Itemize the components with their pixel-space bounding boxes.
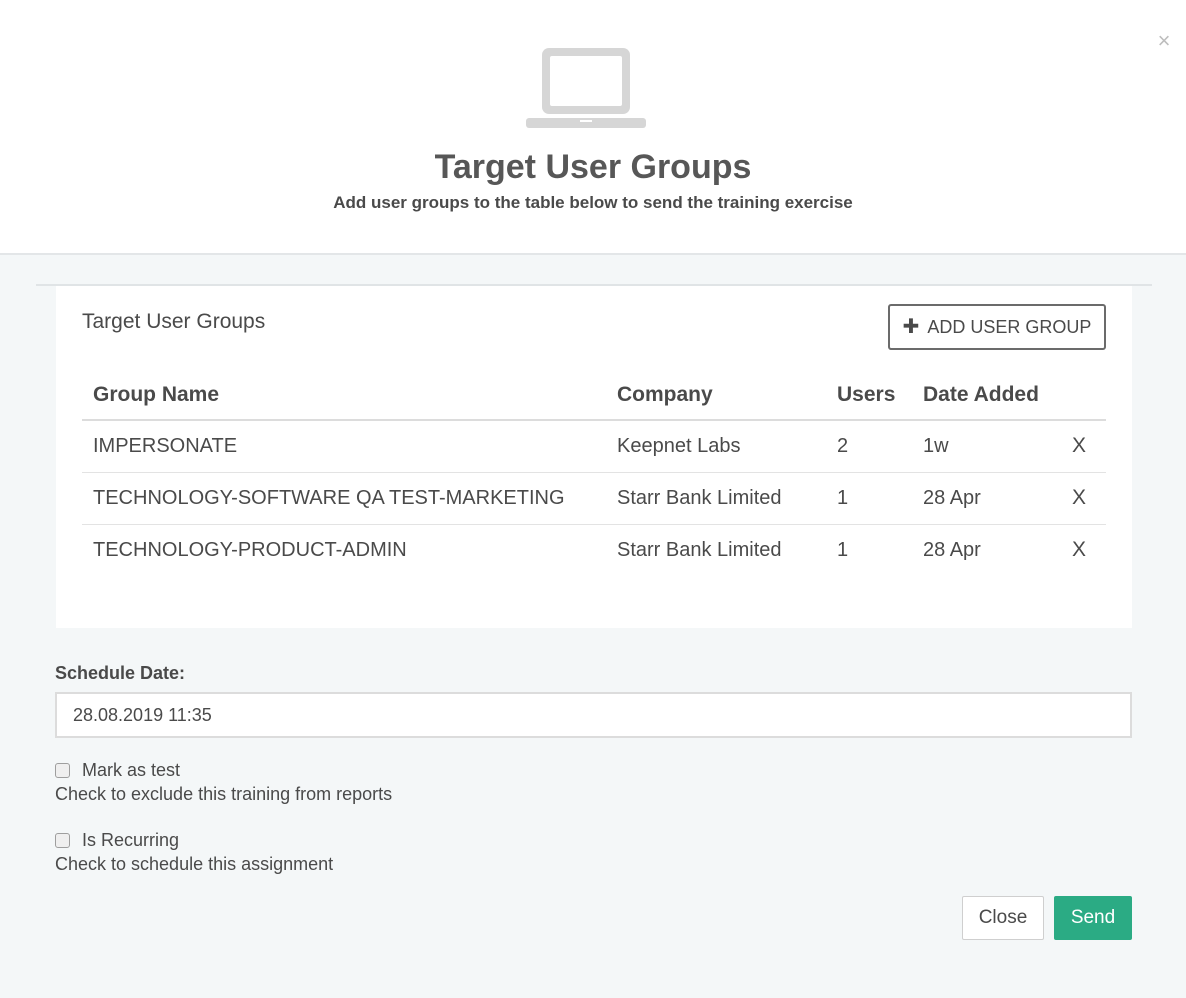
card-title: Target User Groups	[82, 310, 266, 333]
date-added-cell: 28 Apr	[912, 472, 1052, 525]
table-row: TECHNOLOGY-PRODUCT-ADMIN Starr Bank Limi…	[82, 524, 1106, 576]
users-cell: 2	[826, 420, 912, 473]
company-cell: Starr Bank Limited	[606, 472, 826, 525]
table-header-row: Group Name Company Users Date Added	[82, 370, 1106, 421]
mark-as-test-label: Mark as test	[82, 760, 181, 780]
schedule-date-label: Schedule Date:	[55, 663, 186, 683]
remove-row-button[interactable]: X	[1052, 472, 1106, 525]
remove-row-button[interactable]: X	[1052, 524, 1106, 576]
group-name-cell: IMPERSONATE	[82, 420, 606, 473]
send-button[interactable]: Send	[1054, 896, 1132, 940]
column-header-group-name[interactable]: Group Name	[82, 370, 606, 421]
is-recurring-checkbox[interactable]	[55, 833, 70, 848]
company-cell: Starr Bank Limited	[617, 538, 782, 561]
date-added-cell: 1w	[912, 420, 1052, 473]
date-added-cell: 28 Apr	[923, 538, 981, 561]
user-groups-table: Group Name Company Users Date Added IMPE…	[82, 370, 1106, 576]
add-user-group-label: ADD USER GROUP	[927, 316, 1092, 337]
group-name-cell: TECHNOLOGY-SOFTWARE QA TEST-MARKETING	[82, 472, 606, 525]
target-groups-card: Target User Groups ✚ ADD USER GROUP Grou…	[56, 286, 1132, 628]
modal-header: × Target User Groups Add user groups to …	[0, 0, 1186, 255]
remove-row-button[interactable]: X	[1052, 420, 1106, 473]
mark-as-test-help: Check to exclude this training from repo…	[55, 784, 393, 804]
column-header-date-added[interactable]: Date Added	[912, 370, 1052, 421]
group-name-cell: TECHNOLOGY-PRODUCT-ADMIN	[93, 538, 407, 561]
modal-subtitle: Add user groups to the table below to se…	[333, 193, 853, 212]
table-row: IMPERSONATE Keepnet Labs 2 1w X	[82, 420, 1106, 473]
close-icon[interactable]: ×	[1154, 30, 1174, 52]
add-user-group-button[interactable]: ✚ ADD USER GROUP	[888, 304, 1106, 350]
table-row: TECHNOLOGY-SOFTWARE QA TEST-MARKETING St…	[82, 472, 1106, 525]
column-header-users[interactable]: Users	[826, 370, 912, 421]
schedule-date-input[interactable]	[55, 692, 1132, 738]
mark-as-test-row: Mark as test	[55, 760, 180, 781]
close-button[interactable]: Close	[962, 896, 1044, 940]
laptop-icon	[526, 48, 646, 128]
users-cell: 1	[826, 472, 912, 525]
modal-title: Target User Groups	[434, 148, 752, 186]
company-cell: Keepnet Labs	[606, 420, 826, 473]
is-recurring-help: Check to schedule this assignment	[55, 854, 334, 874]
is-recurring-label: Is Recurring	[82, 830, 180, 850]
column-header-remove	[1052, 370, 1106, 421]
column-header-company[interactable]: Company	[606, 370, 826, 421]
mark-as-test-checkbox[interactable]	[55, 763, 70, 778]
is-recurring-row: Is Recurring	[55, 830, 179, 851]
users-cell: 1	[837, 538, 849, 561]
plus-icon: ✚	[902, 316, 920, 338]
